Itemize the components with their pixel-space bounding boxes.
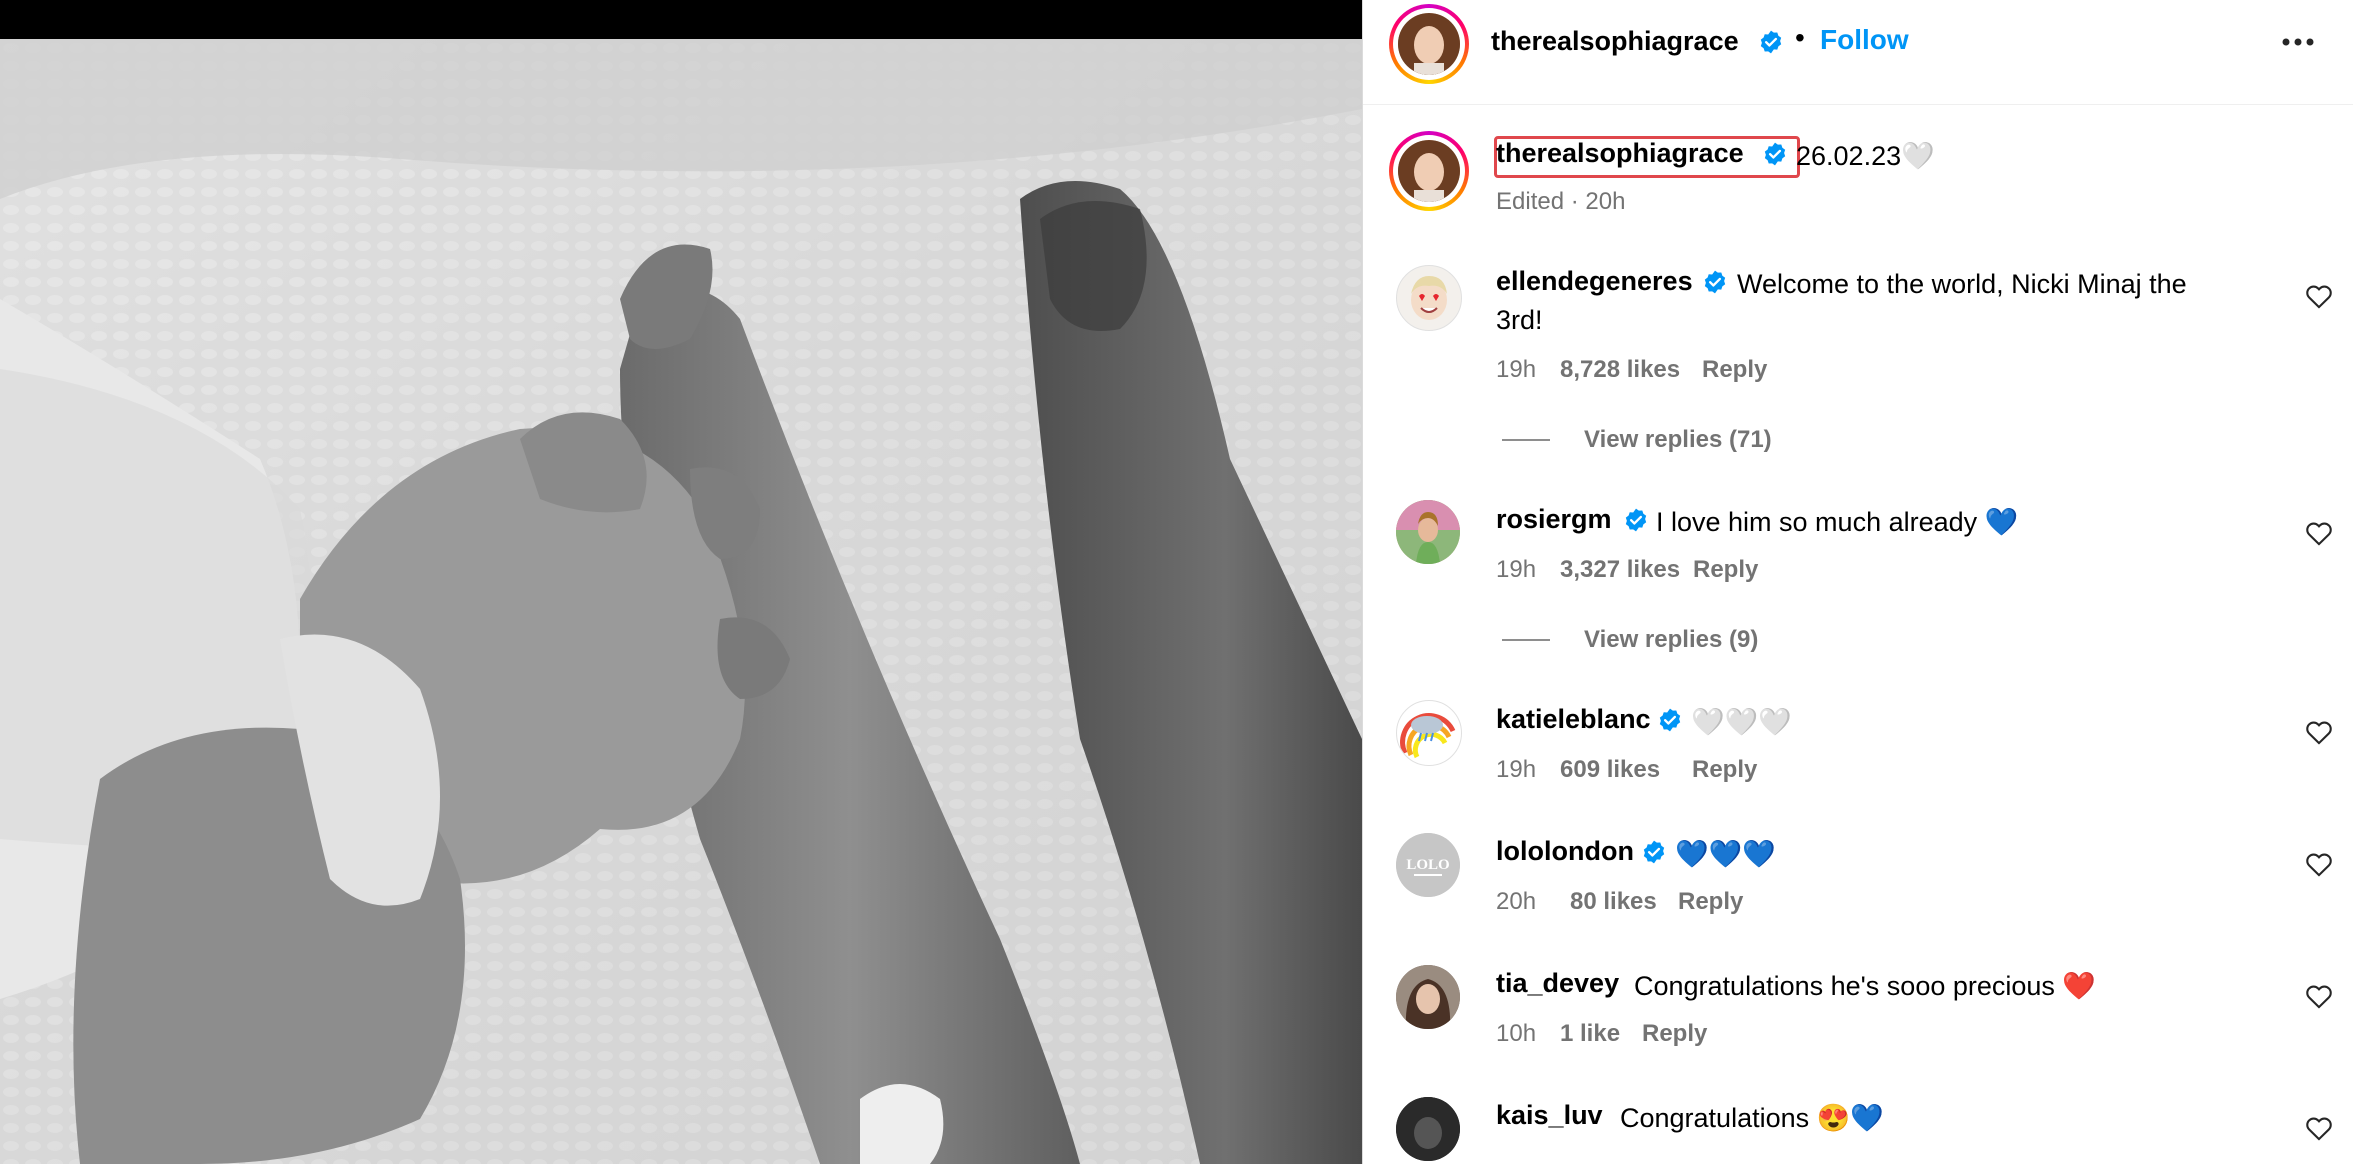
emoji-heart-eyes-avatar-icon	[1411, 276, 1447, 320]
heart-icon[interactable]	[2305, 1115, 2333, 1141]
comments-panel: therealsophiagrace • Follow therealsophi…	[1363, 0, 2353, 1164]
commenter-avatar[interactable]	[1396, 500, 1460, 564]
rainbow-cloud-avatar-icon	[1400, 713, 1456, 759]
commenter-avatar[interactable]	[1396, 965, 1460, 1029]
comment-username[interactable]: rosiergm	[1496, 504, 1612, 535]
photo-avatar-icon	[1396, 965, 1460, 1029]
comment-likes[interactable]: 80 likes	[1570, 888, 1657, 916]
author-username[interactable]: therealsophiagrace	[1491, 26, 1739, 57]
comment-reply-button[interactable]: Reply	[1678, 888, 1743, 916]
view-replies-line	[1502, 639, 1550, 641]
commenter-avatar[interactable]	[1396, 1097, 1460, 1161]
view-replies-button[interactable]: View replies (71)	[1584, 426, 1772, 454]
commenter-avatar[interactable]	[1396, 265, 1462, 331]
heart-icon[interactable]	[2305, 283, 2333, 309]
comment-reply-button[interactable]: Reply	[1693, 556, 1758, 584]
comment-text: 💙💙💙	[1675, 839, 1776, 869]
photo-avatar-icon	[1396, 500, 1460, 564]
heart-icon[interactable]	[2305, 520, 2333, 546]
comment-time: 19h	[1496, 556, 1537, 583]
comment-time: 19h	[1496, 756, 1537, 783]
verified-badge-icon	[1704, 270, 1726, 294]
comment-likes[interactable]: 3,327 likes	[1560, 556, 1680, 584]
lolo-logo-avatar-icon: LOLO	[1396, 833, 1460, 897]
more-options-icon[interactable]	[2275, 22, 2321, 62]
verified-badge-icon	[1764, 142, 1786, 166]
comment-username[interactable]: lololondon	[1496, 836, 1634, 867]
heart-icon[interactable]	[2305, 983, 2333, 1009]
comment-likes[interactable]: 8,728 likes	[1560, 356, 1680, 384]
heart-icon[interactable]	[2305, 851, 2333, 877]
lolo-logo-text: LOLO	[1406, 857, 1449, 873]
verified-badge-icon	[1643, 840, 1665, 864]
verified-badge-icon	[1659, 708, 1681, 732]
view-replies-line	[1502, 439, 1550, 441]
comment-reply-button[interactable]: Reply	[1692, 756, 1757, 784]
view-replies-button[interactable]: View replies (9)	[1584, 626, 1758, 654]
author-avatar[interactable]	[1389, 4, 1469, 84]
caption-avatar[interactable]	[1389, 131, 1469, 211]
comment-username[interactable]: katieleblanc	[1496, 704, 1651, 735]
comment-text-continued: 3rd!	[1496, 305, 1543, 335]
comment-text: Congratulations 😍💙	[1620, 1103, 1884, 1133]
comment-text: Congratulations he's sooo precious ❤️	[1634, 971, 2097, 1001]
author-avatar-image	[1398, 13, 1460, 75]
baby-hand-photo	[0, 39, 1362, 1164]
commenter-avatar[interactable]: LOLO	[1396, 833, 1460, 897]
caption-text: 26.02.23🤍	[1796, 141, 1935, 171]
heart-icon[interactable]	[2305, 719, 2333, 745]
post-photo[interactable]	[0, 39, 1362, 1164]
comment-likes[interactable]: 609 likes	[1560, 756, 1660, 784]
comment-reply-button[interactable]: Reply	[1702, 356, 1767, 384]
verified-badge-icon	[1625, 508, 1647, 532]
comment-username[interactable]: kais_luv	[1496, 1100, 1603, 1131]
caption-username[interactable]: therealsophiagrace	[1496, 138, 1744, 169]
comment-likes[interactable]: 1 like	[1560, 1020, 1620, 1048]
photo-avatar-icon	[1396, 1097, 1460, 1161]
commenter-avatar[interactable]	[1396, 700, 1462, 766]
caption-edited-time: Edited · 20h	[1496, 188, 1626, 215]
comment-text: Welcome to the world, Nicki Minaj the	[1737, 269, 2187, 299]
caption-avatar-image	[1398, 140, 1460, 202]
comment-username[interactable]: tia_devey	[1496, 968, 1619, 999]
post-header: therealsophiagrace • Follow	[1363, 0, 2353, 105]
follow-button[interactable]: Follow	[1820, 24, 1909, 56]
comment-username[interactable]: ellendegeneres	[1496, 266, 1693, 297]
comment-time: 10h	[1496, 1020, 1537, 1047]
comment-time: 20h	[1496, 888, 1537, 915]
comment-time: 19h	[1496, 356, 1537, 383]
verified-badge-icon	[1760, 30, 1782, 54]
comment-reply-button[interactable]: Reply	[1642, 1020, 1707, 1048]
header-separator: •	[1795, 22, 1805, 53]
photo-top-bar	[0, 0, 1362, 39]
comment-text: 🤍🤍🤍	[1691, 707, 1792, 737]
comment-text: I love him so much already 💙	[1656, 507, 2019, 537]
